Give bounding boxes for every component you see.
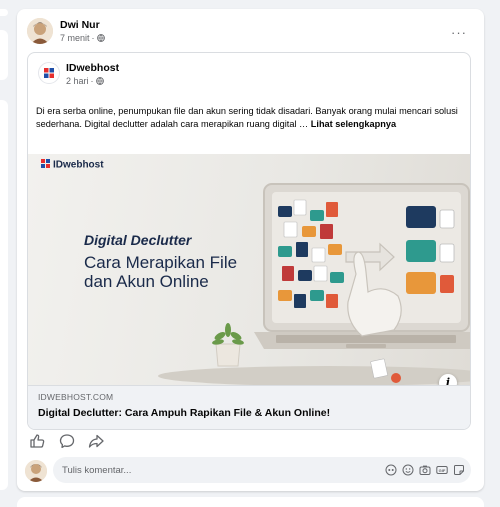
globe-icon <box>95 77 104 85</box>
comment-input[interactable]: Tulis komentar... GIF <box>53 457 471 483</box>
plant-pot <box>215 343 241 367</box>
shared-time[interactable]: 2 hari <box>66 76 89 86</box>
sticker-icon[interactable] <box>453 463 465 475</box>
next-post-card-edge <box>17 497 484 507</box>
author-avatar[interactable] <box>27 18 53 44</box>
thumbs-up-icon[interactable] <box>29 433 47 449</box>
document-icon <box>439 209 455 229</box>
link-title[interactable]: Digital Declutter: Cara Ampuh Rapikan Fi… <box>38 407 330 419</box>
feed-post: Dwi Nur 7 menit · ··· IDwebhost 2 hari · <box>17 9 484 491</box>
plant-leaves <box>212 323 244 345</box>
more-options-button[interactable]: ··· <box>451 25 467 40</box>
logo-square <box>41 164 45 168</box>
comment-placeholder: Tulis komentar... <box>62 465 132 476</box>
shared-post-card[interactable]: IDwebhost 2 hari · Di era serba online, … <box>27 52 471 430</box>
post-meta: 7 menit · <box>60 33 105 43</box>
logo-square <box>41 159 45 163</box>
commenter-avatar[interactable] <box>25 460 47 482</box>
sidebar-card-edge <box>0 30 8 80</box>
idwebhost-logo-icon <box>44 68 54 78</box>
emoji-icon[interactable] <box>402 463 414 476</box>
folder-icon <box>406 240 436 262</box>
sidebar-card-edge <box>0 9 8 16</box>
banner-kicker: Digital Declutter <box>84 232 193 248</box>
gif-icon[interactable]: GIF <box>436 463 448 475</box>
banner-headline-line1: Cara Merapikan File <box>84 253 237 272</box>
link-domain: IDWEBHOST.COM <box>38 392 114 402</box>
shared-meta: 2 hari · <box>66 76 104 86</box>
folder-icon <box>406 206 436 228</box>
link-preview-caption[interactable]: IDWEBHOST.COM Digital Declutter: Cara Am… <box>28 385 470 429</box>
svg-text:GIF: GIF <box>439 468 446 473</box>
folder-icon <box>406 272 436 294</box>
avatar-image <box>25 460 47 482</box>
avatar-sticker-icon[interactable] <box>385 463 397 476</box>
shared-post-text: Di era serba online, penumpukan file dan… <box>36 105 462 130</box>
camera-icon[interactable] <box>419 463 431 475</box>
globe-icon <box>96 34 105 42</box>
meta-separator: · <box>90 76 94 86</box>
author-name[interactable]: Dwi Nur <box>60 19 100 31</box>
logo-square <box>46 164 50 168</box>
banner-logo-text: IDwebhost <box>53 160 104 171</box>
see-more-link[interactable]: Lihat selengkapnya <box>311 119 396 129</box>
logo-square <box>46 159 50 163</box>
page-avatar[interactable] <box>38 62 60 84</box>
document-icon <box>439 243 455 263</box>
banner-illustration: IDwebhost Digital Declutter Cara Merapik… <box>41 159 470 386</box>
link-preview-image[interactable]: IDwebhost Digital Declutter Cara Merapik… <box>28 154 470 386</box>
share-arrow-icon[interactable] <box>87 433 105 449</box>
trash-icon <box>440 275 454 293</box>
post-time[interactable]: 7 menit <box>60 33 90 43</box>
comment-tools: GIF <box>385 463 465 476</box>
banner-headline-line2: dan Akun Online <box>84 272 209 291</box>
meta-separator: · <box>91 33 95 43</box>
sidebar-card-edge <box>0 100 8 490</box>
page-name[interactable]: IDwebhost <box>66 62 119 74</box>
avatar-image <box>27 18 53 44</box>
comment-bubble-icon[interactable] <box>58 433 76 449</box>
